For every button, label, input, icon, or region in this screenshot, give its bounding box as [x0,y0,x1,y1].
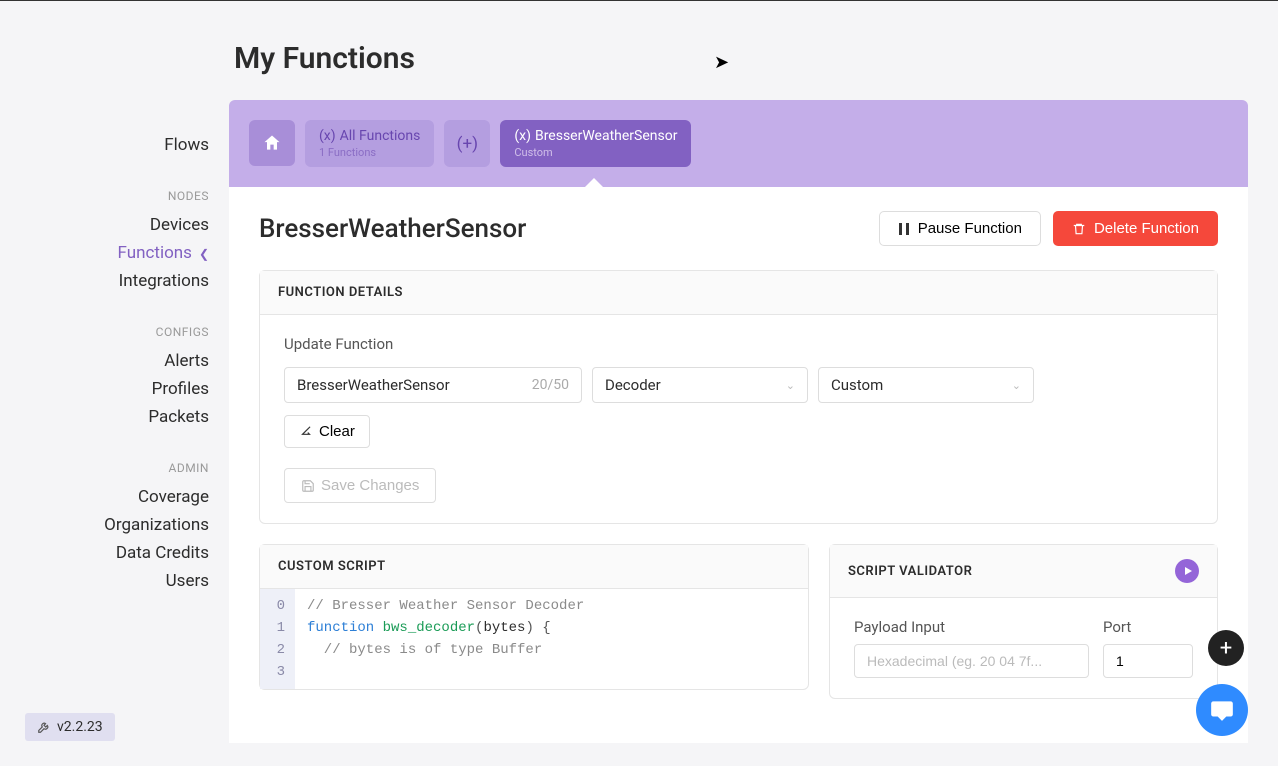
tabs-bar: (x) All Functions 1 Functions (+) (x) Br… [229,100,1248,187]
tab-add[interactable]: (+) [444,120,490,167]
nav-users[interactable]: Users [166,567,209,595]
card-title-script: CUSTOM SCRIPT [260,545,808,589]
custom-script-card: CUSTOM SCRIPT 0 1 2 3 // Bresser Weather… [259,544,809,690]
format-select[interactable]: Custom ⌄ [818,367,1034,403]
type-select[interactable]: Decoder ⌄ [592,367,808,403]
run-validator-button[interactable] [1175,559,1199,583]
port-label: Port [1103,618,1193,636]
nav-devices[interactable]: Devices [150,211,209,239]
nav-packets[interactable]: Packets [148,403,209,431]
nav-integrations[interactable]: Integrations [119,267,209,295]
main-content: My Functions (x) All Functions 1 Functio… [229,1,1278,766]
tab-current-function[interactable]: (x) BresserWeatherSensor Custom [500,120,691,167]
version-badge: v2.2.23 [25,713,115,741]
tab-all-functions[interactable]: (x) All Functions 1 Functions [305,120,434,167]
nav-alerts[interactable]: Alerts [164,347,209,375]
nav-datacredits[interactable]: Data Credits [116,539,209,567]
wrench-icon [37,720,51,734]
function-details-card: FUNCTION DETAILS Update Function Bresser… [259,270,1218,524]
chat-icon [1209,697,1235,723]
card-title-details: FUNCTION DETAILS [260,271,1217,315]
chat-widget-button[interactable] [1196,684,1248,736]
save-changes-button[interactable]: Save Changes [284,468,436,503]
nav-organizations[interactable]: Organizations [104,511,209,539]
port-input[interactable] [1103,644,1193,678]
pause-function-button[interactable]: Pause Function [879,211,1041,246]
nav-section-admin: ADMIN [168,461,209,475]
trash-icon [1072,222,1086,236]
code-editor[interactable]: 0 1 2 3 // Bresser Weather Sensor Decode… [260,589,808,689]
add-fab-button[interactable]: + [1208,630,1244,666]
nav-profiles[interactable]: Profiles [152,375,209,403]
fx-icon: (x) [514,128,531,144]
payload-input[interactable] [854,644,1089,678]
chevron-down-icon: ⌄ [1012,379,1021,392]
char-counter: 20/50 [532,377,569,393]
delete-function-button[interactable]: Delete Function [1053,211,1218,246]
script-validator-card: SCRIPT VALIDATOR Payload Input [829,544,1218,699]
chevron-down-icon: ⌄ [786,379,795,392]
fx-icon: (x) [319,128,336,144]
page-title: My Functions [234,41,1278,76]
sidebar: Flows NODES Devices Functions ❮ Integrat… [0,1,229,766]
broom-icon [299,425,313,439]
clear-button[interactable]: Clear [284,415,370,448]
card-title-validator: SCRIPT VALIDATOR [848,564,972,579]
line-gutter: 0 1 2 3 [260,589,295,689]
pause-icon [898,222,910,236]
nav-section-configs: CONFIGS [156,325,209,339]
function-name-heading: BresserWeatherSensor [259,214,526,244]
function-name-input[interactable]: BresserWeatherSensor 20/50 [284,367,582,403]
nav-functions[interactable]: Functions ❮ [118,239,209,267]
nav-flows[interactable]: Flows [164,131,209,159]
nav-coverage[interactable]: Coverage [138,483,209,511]
payload-label: Payload Input [854,618,1089,636]
tab-home[interactable] [249,120,295,166]
home-icon [262,133,282,153]
nav-section-nodes: NODES [168,189,209,203]
update-function-label: Update Function [284,335,1193,353]
chevron-left-icon: ❮ [196,247,209,261]
save-icon [301,479,315,493]
